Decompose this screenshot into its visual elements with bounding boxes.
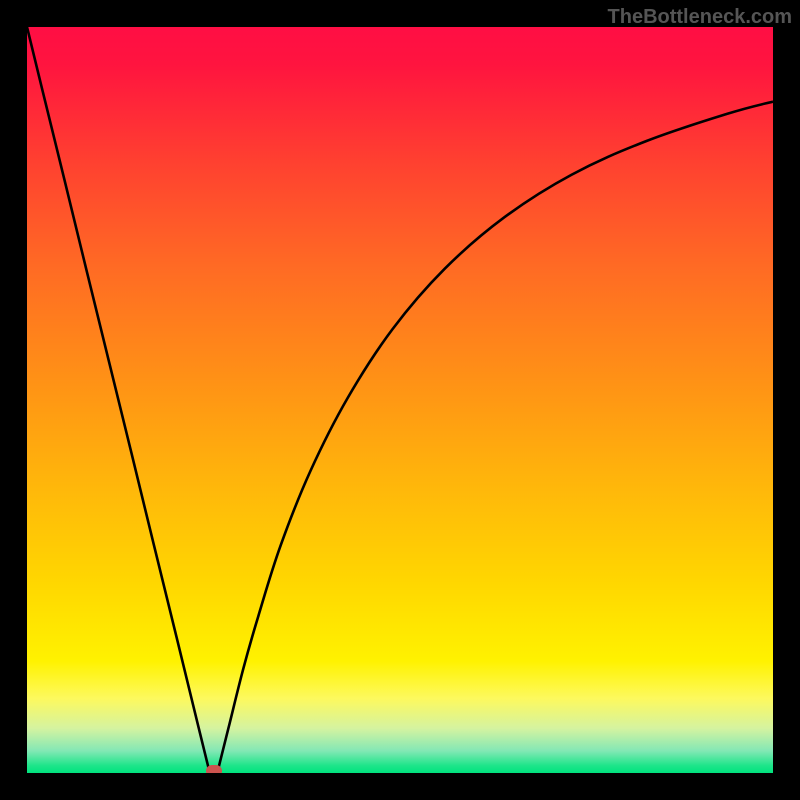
watermark-text: TheBottleneck.com <box>608 6 792 29</box>
minimum-marker <box>206 765 222 773</box>
chart-container: TheBottleneck.com <box>0 0 800 800</box>
curve-right-path <box>217 102 773 773</box>
plot-area <box>27 27 773 773</box>
curve-left-path <box>27 27 210 773</box>
curve-svg <box>27 27 773 773</box>
